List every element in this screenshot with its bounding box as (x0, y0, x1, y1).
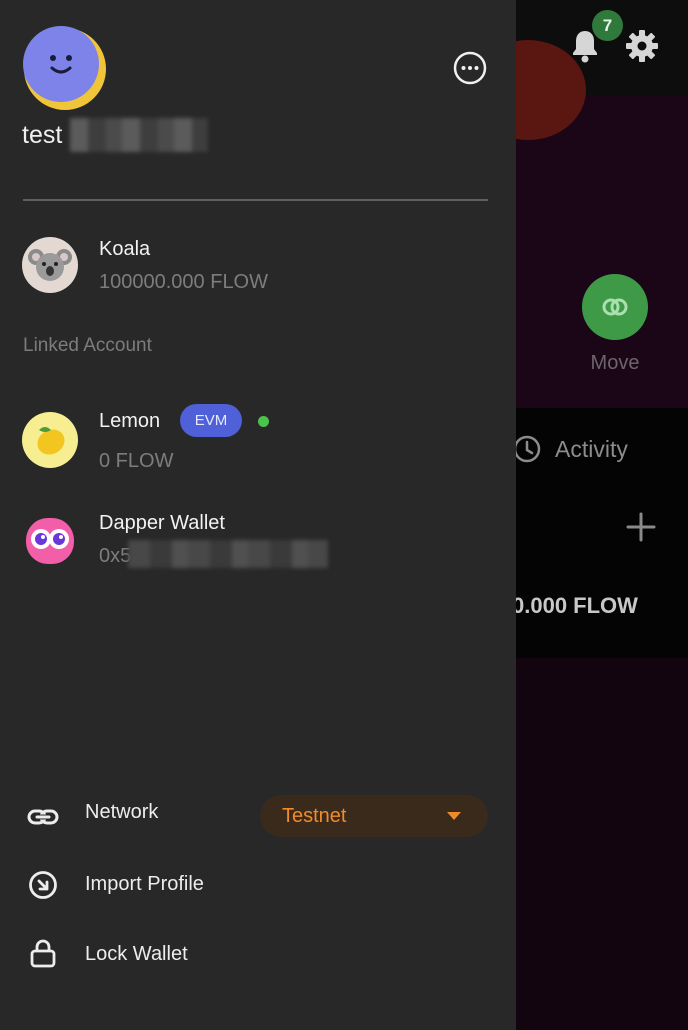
linked-account-section-label: Linked Account (23, 335, 152, 356)
account-name: Koala (99, 238, 151, 260)
evm-badge: EVM (180, 404, 242, 437)
move-button[interactable] (582, 274, 648, 340)
linked-account-balance: 0 FLOW (99, 450, 174, 472)
background-balance: 0.000 FLOW (512, 593, 638, 618)
account-balance: 100000.000 FLOW (99, 271, 268, 293)
more-options-icon[interactable] (453, 51, 487, 85)
account-drawer: test Koala 100000.000 FLOW Linked Accoun… (0, 0, 516, 1030)
linked-account-name: Lemon (99, 410, 161, 432)
gear-icon[interactable] (624, 28, 660, 64)
profile-avatar[interactable] (22, 26, 106, 110)
lemon-avatar (22, 412, 78, 468)
redacted-username (70, 118, 208, 152)
network-label: Network (85, 801, 159, 823)
clock-icon (513, 435, 541, 463)
import-profile-label: Import Profile (85, 873, 204, 895)
plus-icon[interactable] (626, 512, 656, 542)
koala-avatar (22, 237, 78, 293)
online-status-dot (258, 416, 269, 427)
divider (23, 199, 488, 201)
redacted-address (128, 540, 328, 568)
linked-account-address: 0x5 (99, 545, 132, 567)
lemon-icon (37, 427, 65, 455)
tab-activity[interactable]: Activity (555, 436, 628, 463)
dapper-wallet-avatar (22, 512, 78, 568)
profile-username: test (22, 121, 63, 149)
lock-wallet-label: Lock Wallet (85, 943, 188, 965)
chevron-down-icon (447, 812, 461, 820)
import-icon (29, 871, 57, 899)
link-icon (27, 809, 59, 825)
network-select[interactable]: Testnet (260, 795, 488, 837)
dapper-wallet-logo-icon (26, 518, 74, 564)
koala-icon (28, 249, 72, 281)
linked-account-name: Dapper Wallet (99, 512, 225, 534)
notification-count-badge: 7 (592, 10, 623, 41)
link-move-icon (602, 298, 628, 316)
lock-icon (30, 939, 56, 968)
move-label: Move (590, 352, 640, 374)
app-root: 7 Move Activity 0.000 FLOW test Koala 10… (0, 0, 688, 1030)
network-value: Testnet (282, 804, 347, 827)
